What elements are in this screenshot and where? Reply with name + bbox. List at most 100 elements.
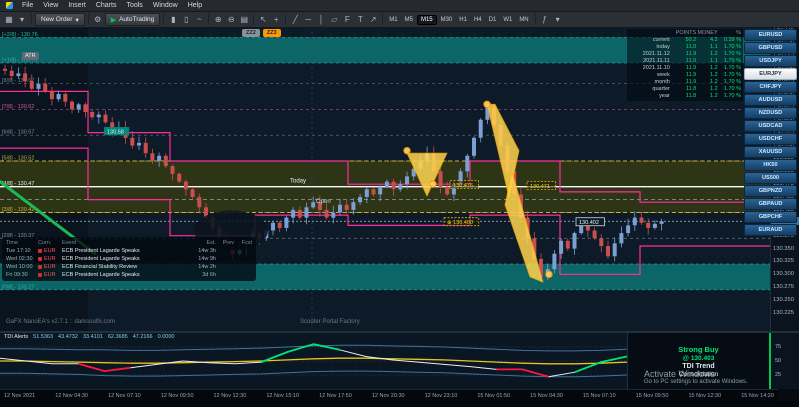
- stats-points: 11.9: [685, 51, 697, 57]
- symbol-button-us500[interactable]: US500: [744, 172, 797, 184]
- stats-money: 1.1: [709, 44, 718, 50]
- symbol-button-usdjpy[interactable]: USDJPY: [744, 55, 797, 67]
- stats-row: today 11.0 1.1 1.70 %: [627, 44, 743, 51]
- event-time: Wed 10:00: [6, 264, 33, 270]
- horizontal-line-icon[interactable]: ─: [302, 14, 314, 26]
- channel-icon[interactable]: ▱: [328, 14, 340, 26]
- trendline-icon[interactable]: ╱: [289, 14, 301, 26]
- ea-watermark: GaFX NanoEA's v2.7.1 :: darksoulfx.com: [6, 319, 115, 325]
- symbol-button-euraud[interactable]: EURAUD: [744, 224, 797, 236]
- symbol-button-xauusd[interactable]: XAUUSD: [744, 146, 797, 158]
- event-name: ECB Financial Stability Review: [62, 264, 138, 270]
- stats-header: %: [736, 30, 742, 36]
- timeline-label: 12 Nov 09:50: [160, 393, 194, 399]
- tdi-canvas[interactable]: [0, 333, 628, 389]
- bar-chart-icon[interactable]: ▮: [167, 14, 179, 26]
- time-axis[interactable]: 12 Nov 2021 12 Nov 04:30 12 Nov 07:10 12 No…: [0, 389, 778, 402]
- symbol-button-nzdusd[interactable]: NZDUSD: [744, 107, 797, 119]
- menu-view[interactable]: View: [38, 0, 63, 11]
- toolbar-separator: [208, 14, 210, 25]
- zigzag-button-zz2[interactable]: ZZ2: [242, 29, 260, 37]
- murrey-level-label: [6/8] - 130.57: [2, 130, 34, 136]
- menu-window[interactable]: Window: [148, 0, 183, 11]
- menu-tools[interactable]: Tools: [121, 0, 147, 11]
- performance-stats-panel: POINTS MONEY% current 50.2 4.2 0.39 % today 11.…: [627, 29, 743, 101]
- event-currency: EUR: [38, 271, 62, 279]
- line-chart-icon[interactable]: ~: [193, 14, 205, 26]
- cursor-icon[interactable]: ↖: [257, 14, 269, 26]
- svg-text:130.476: 130.476: [453, 183, 473, 189]
- stats-money: 1.2: [709, 65, 718, 71]
- symbol-button-gbpchf[interactable]: GBPCHF: [744, 211, 797, 223]
- signal-strong-buy: Strong Buy: [678, 344, 719, 354]
- stats-money: 1.2: [709, 86, 718, 92]
- timeframe-mn[interactable]: MN: [516, 16, 531, 24]
- templates-icon[interactable]: ▾: [552, 14, 564, 26]
- axis-price-label: 130.325: [773, 258, 794, 265]
- tile-windows-icon[interactable]: ▤: [238, 14, 250, 26]
- stats-header-row: POINTS MONEY%: [627, 30, 743, 37]
- timeframe-h1[interactable]: H1: [456, 16, 470, 24]
- crosshair-icon[interactable]: +: [270, 14, 282, 26]
- timeframe-m30[interactable]: M30: [438, 16, 456, 24]
- expert-advisors-icon[interactable]: ⚙: [92, 14, 104, 26]
- eur-flag-icon: [38, 265, 42, 269]
- stats-label: week: [657, 72, 670, 78]
- svg-text:⊕ 130.400: ⊕ 130.400: [447, 220, 473, 226]
- stats-money: 4.2: [709, 37, 718, 43]
- app-logo-icon: [6, 2, 13, 9]
- events-header-est: Est.: [206, 240, 216, 246]
- symbol-button-chfjpy[interactable]: CHFJPY: [744, 81, 797, 93]
- fibonacci-icon[interactable]: F: [341, 14, 353, 26]
- timeframe-h4[interactable]: H4: [471, 16, 485, 24]
- vertical-line-icon[interactable]: │: [315, 14, 327, 26]
- economic-calendar-panel[interactable]: Time Curn. Event Est. Prev Fcst Tue 17:10 EUR EC…: [2, 237, 256, 281]
- events-header-event: Event: [62, 240, 77, 246]
- stats-row: current 50.2 4.2 0.39 %: [627, 37, 743, 44]
- timeframe-m1[interactable]: M1: [386, 16, 400, 24]
- timeframe-w1[interactable]: W1: [500, 16, 515, 24]
- zigzag-button-zz3[interactable]: ZZ3: [262, 29, 281, 37]
- symbol-button-usdcad[interactable]: USDCAD: [744, 120, 797, 132]
- symbol-button-hk50[interactable]: HK50: [744, 159, 797, 171]
- arrow-icon[interactable]: ↗: [367, 14, 379, 26]
- symbol-button-eurjpy[interactable]: EURJPY: [744, 68, 797, 80]
- zoom-out-icon[interactable]: ⊖: [225, 14, 237, 26]
- menu-charts[interactable]: Charts: [91, 0, 122, 11]
- events-header-row: Time Curn. Event Est. Prev Fcst: [6, 239, 252, 247]
- symbol-button-gbpaud[interactable]: GBPAUD: [744, 198, 797, 210]
- text-label-icon[interactable]: T: [354, 14, 366, 26]
- tdi-axis[interactable]: 75 50 25: [770, 333, 799, 389]
- profiles-icon[interactable]: ▾: [16, 14, 28, 26]
- indicators-icon[interactable]: ƒ: [539, 14, 551, 26]
- murrey-level-label: [3/8] - 130.42: [2, 207, 34, 213]
- menu-file[interactable]: File: [17, 0, 38, 11]
- new-order-button[interactable]: New Order ▾: [35, 13, 85, 26]
- symbol-button-gbpusd[interactable]: GBPUSD: [744, 42, 797, 54]
- calendar-event-row: Tue 17:10 EUR ECB President Lagarde Speaks…: [6, 247, 252, 255]
- stats-row: quarter 11.8 1.2 1.70 %: [627, 86, 743, 93]
- event-currency-code: EUR: [44, 256, 56, 262]
- event-currency-code: EUR: [44, 264, 56, 270]
- zoom-in-icon[interactable]: ⊕: [212, 14, 224, 26]
- symbol-button-audusd[interactable]: AUDUSD: [744, 94, 797, 106]
- menu-help[interactable]: Help: [183, 0, 207, 11]
- new-chart-icon[interactable]: ▦: [3, 14, 15, 26]
- menu-bar: File View Insert Charts Tools Window Help: [0, 0, 799, 12]
- stats-points: 11.8: [685, 93, 697, 99]
- tdi-name: TDI Alerts: [4, 334, 29, 340]
- stats-row: week 11.9 1.2 1.70 %: [627, 72, 743, 79]
- timeframe-d1[interactable]: D1: [486, 16, 500, 24]
- stats-row: 2021.11.12 11.9 1.2 1.70 %: [627, 51, 743, 58]
- event-currency-code: EUR: [44, 272, 56, 278]
- symbol-button-gbpnzd[interactable]: GBPNZD: [744, 185, 797, 197]
- menu-insert[interactable]: Insert: [63, 0, 91, 11]
- symbol-button-eurusd[interactable]: EURUSD: [744, 29, 797, 41]
- timeframe-m15[interactable]: M15: [416, 14, 437, 25]
- candlestick-chart-icon[interactable]: ▯: [180, 14, 192, 26]
- stats-row: 2021.11.11 11.0 1.1 1.70 %: [627, 58, 743, 65]
- timeframe-m5[interactable]: M5: [402, 16, 416, 24]
- symbol-button-usdchf[interactable]: USDCHF: [744, 133, 797, 145]
- autotrading-button[interactable]: ▶ AutoTrading: [104, 13, 161, 26]
- stats-money: 1.1: [709, 58, 718, 64]
